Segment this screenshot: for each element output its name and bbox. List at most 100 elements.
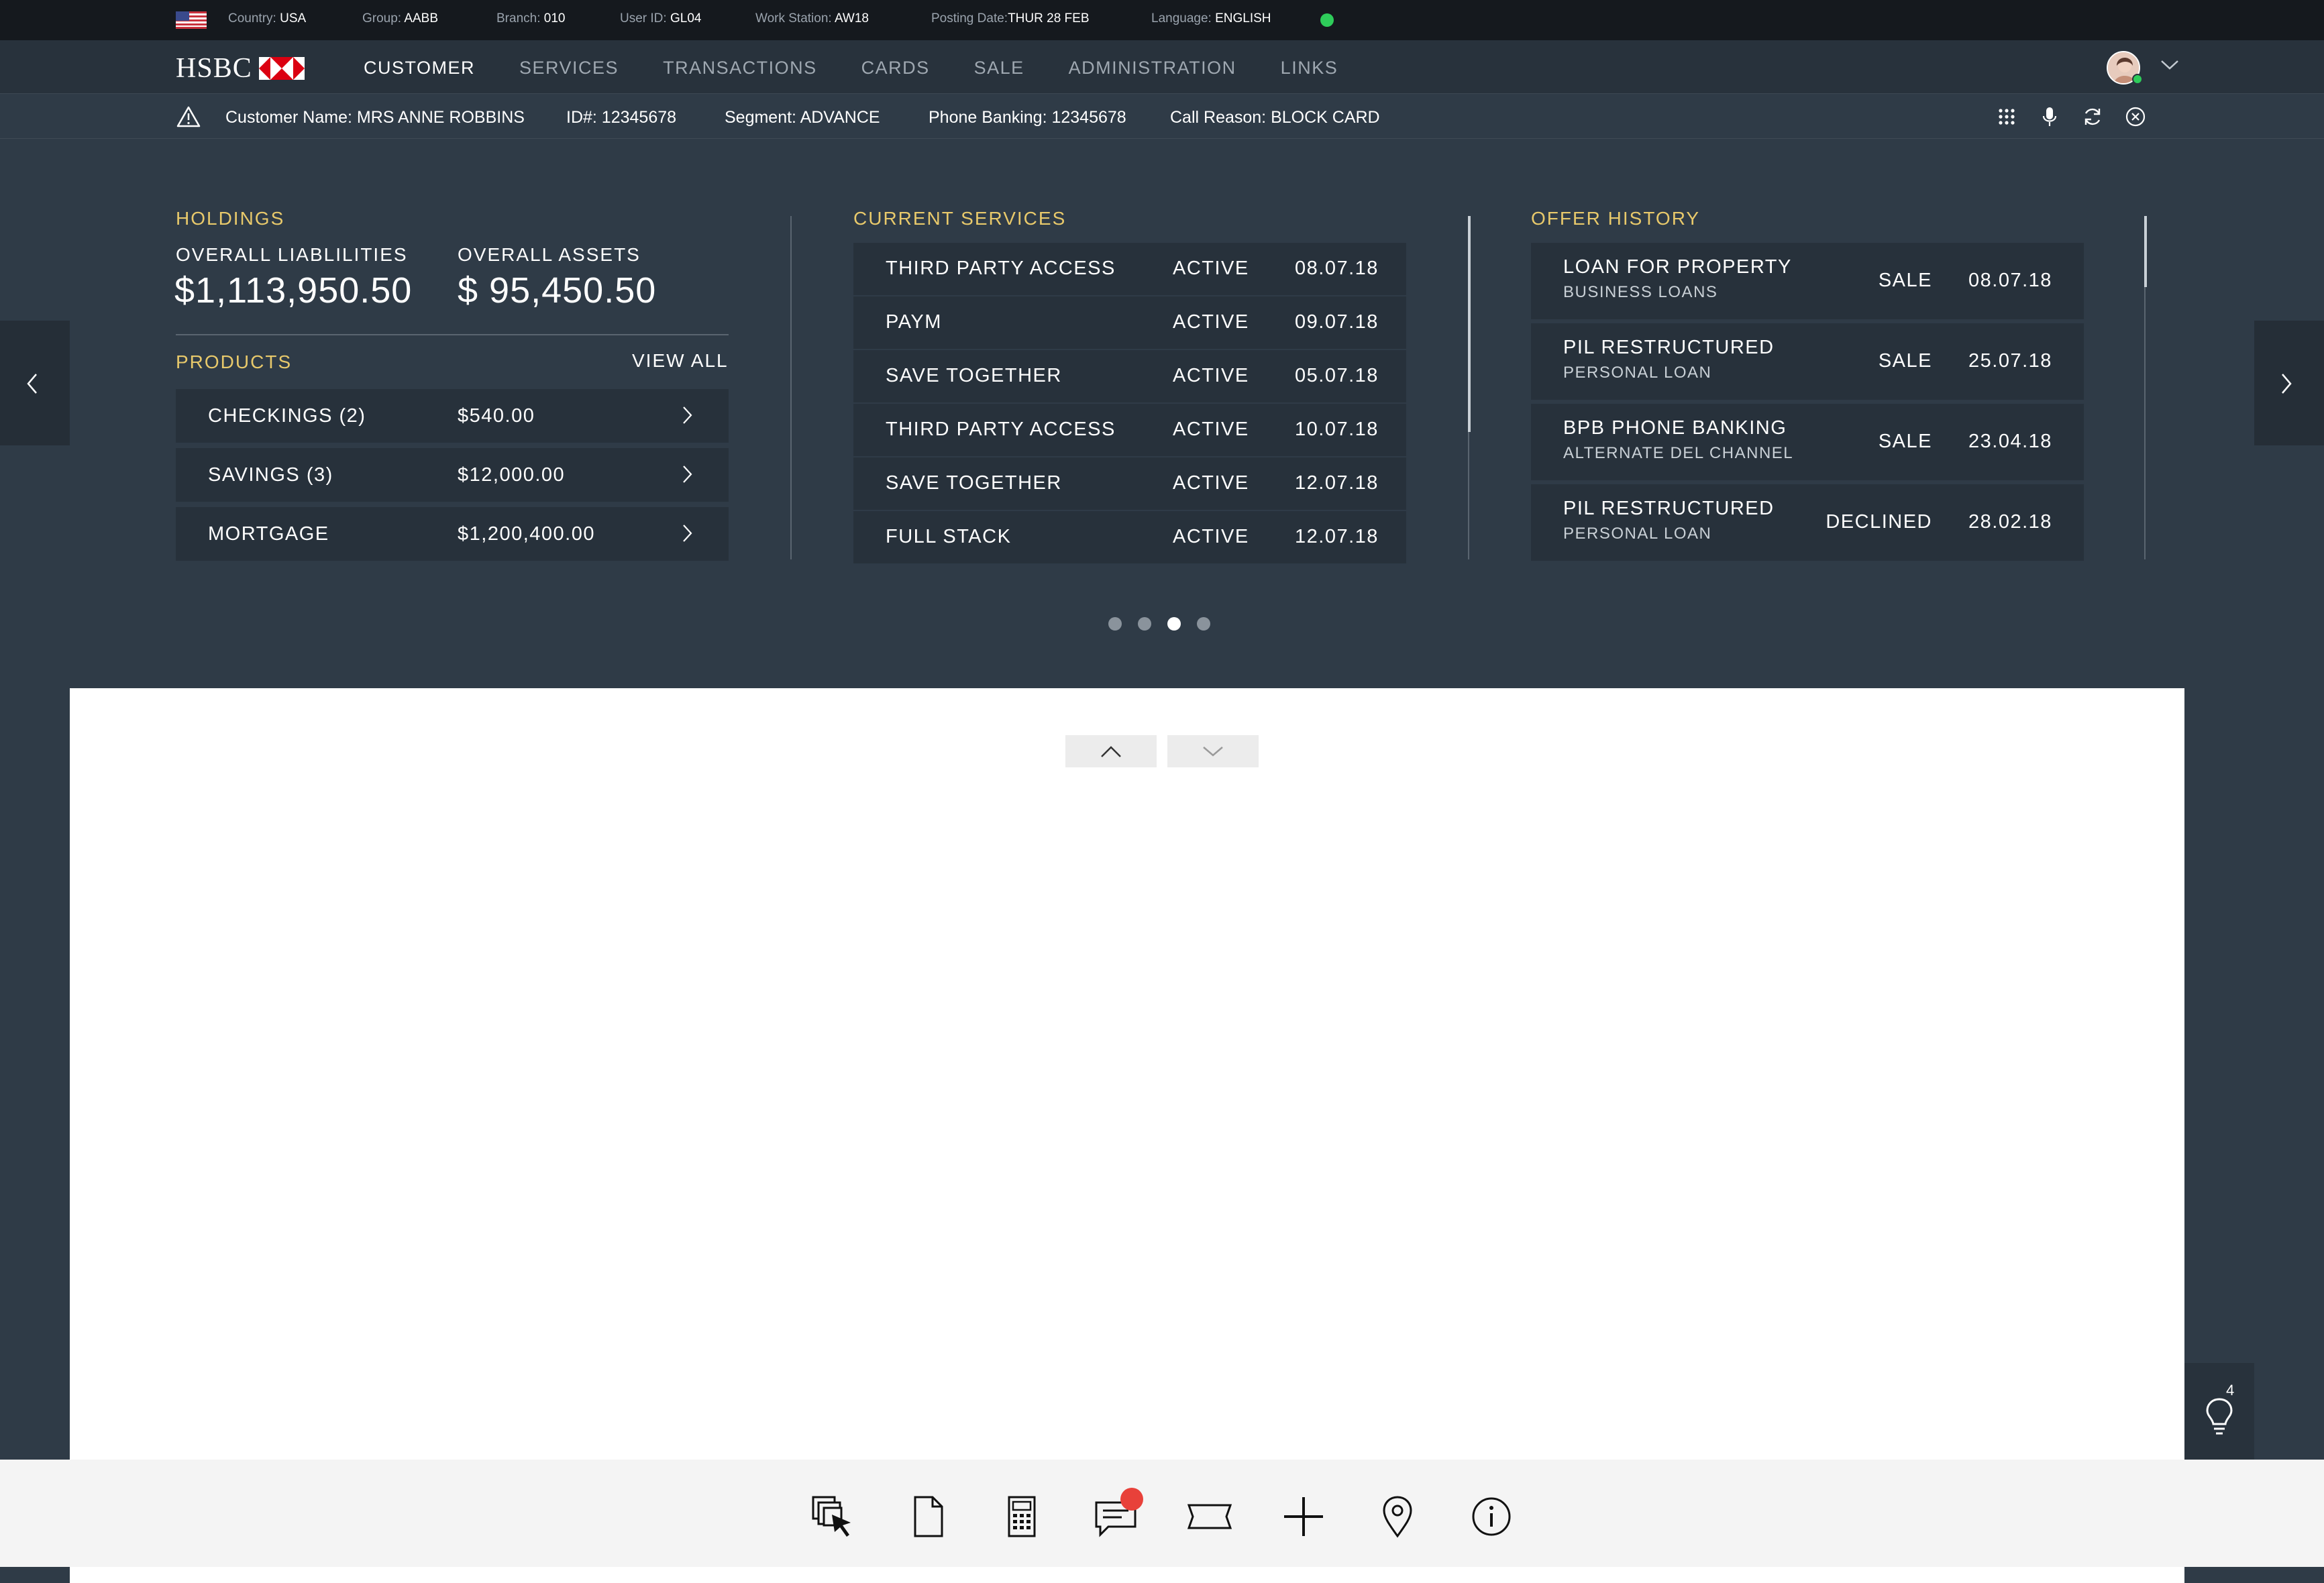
chevron-up-icon	[1101, 746, 1121, 757]
product-row[interactable]: SAVINGS (3) $12,000.00	[176, 448, 729, 502]
customer-name: Customer Name: MRS ANNE ROBBINS	[225, 108, 525, 127]
chevron-left-icon	[27, 374, 37, 394]
service-row[interactable]: THIRD PARTY ACCESS ACTIVE 08.07.18	[853, 243, 1406, 295]
holdings-title: HOLDINGS	[176, 208, 285, 229]
nav-cards[interactable]: CARDS	[861, 58, 930, 78]
service-date: 05.07.18	[1295, 365, 1379, 386]
product-value: $1,200,400.00	[458, 523, 595, 545]
windows-cursor-icon[interactable]	[810, 1493, 857, 1540]
product-row[interactable]: CHECKINGS (2) $540.00	[176, 389, 729, 443]
offer-subtitle: PERSONAL LOAN	[1563, 364, 1712, 382]
hsbc-logo[interactable]: HSBC	[176, 52, 305, 85]
offer-subtitle: PERSONAL LOAN	[1563, 525, 1712, 543]
tips-button[interactable]: 4	[2184, 1363, 2254, 1460]
offer-row[interactable]: PIL RESTRUCTURED PERSONAL LOAN SALE 25.0…	[1531, 323, 2084, 400]
scroll-down-button[interactable]	[1167, 735, 1259, 767]
view-all-link[interactable]: VIEW ALL	[632, 350, 729, 372]
offer-status: SALE	[1878, 270, 1932, 291]
service-status: ACTIVE	[1173, 419, 1249, 440]
product-name: MORTGAGE	[208, 523, 329, 545]
location-pin-icon[interactable]	[1374, 1493, 1421, 1540]
service-name: PAYM	[886, 311, 942, 333]
service-date: 12.07.18	[1295, 472, 1379, 494]
service-row[interactable]: FULL STACK ACTIVE 12.07.18	[853, 511, 1406, 563]
service-row[interactable]: SAVE TOGETHER ACTIVE 12.07.18	[853, 457, 1406, 510]
grid-icon[interactable]	[1995, 105, 2018, 128]
warning-icon[interactable]	[176, 105, 201, 128]
offer-row[interactable]: BPB PHONE BANKING ALTERNATE DEL CHANNEL …	[1531, 404, 2084, 480]
chevron-right-icon	[683, 406, 692, 424]
product-name: SAVINGS (3)	[208, 464, 333, 486]
service-name: THIRD PARTY ACCESS	[886, 419, 1116, 440]
group-info: Group: AABB	[362, 11, 439, 25]
liabilities-label: OVERALL LIABLILITIES	[176, 244, 408, 265]
ticket-icon[interactable]	[1186, 1493, 1233, 1540]
main-content-area	[70, 688, 2184, 1583]
panel-divider	[790, 216, 792, 559]
nav-transactions[interactable]: TRANSACTIONS	[663, 58, 817, 78]
service-status: ACTIVE	[1173, 365, 1249, 386]
close-circle-icon[interactable]	[2124, 105, 2147, 128]
chevron-down-icon[interactable]	[2160, 59, 2179, 71]
service-date: 10.07.18	[1295, 419, 1379, 440]
customer-info-bar: Customer Name: MRS ANNE ROBBINS ID#: 123…	[0, 95, 2324, 139]
service-row[interactable]: SAVE TOGETHER ACTIVE 05.07.18	[853, 350, 1406, 402]
main-navbar: HSBC CUSTOMER SERVICES TRANSACTIONS CARD…	[0, 40, 2324, 94]
nav-services[interactable]: SERVICES	[519, 58, 619, 78]
service-row[interactable]: THIRD PARTY ACCESS ACTIVE 10.07.18	[853, 404, 1406, 456]
user-id-info: User ID: GL04	[620, 11, 702, 25]
posting-date-info: Posting Date:THUR 28 FEB	[931, 11, 1090, 25]
offer-date: 23.04.18	[1968, 431, 2052, 452]
call-reason: Call Reason: BLOCK CARD	[1170, 108, 1380, 127]
services-scrollbar[interactable]	[1468, 216, 1471, 432]
microphone-icon[interactable]	[2038, 105, 2061, 128]
logo-text: HSBC	[176, 53, 252, 84]
product-name: CHECKINGS (2)	[208, 405, 366, 427]
carousel-dot[interactable]	[1138, 617, 1151, 631]
offer-history-title: OFFER HISTORY	[1531, 208, 1701, 229]
chevron-right-icon	[683, 525, 692, 542]
nav-links[interactable]: LINKS	[1281, 58, 1338, 78]
offer-row[interactable]: PIL RESTRUCTURED PERSONAL LOAN DECLINED …	[1531, 484, 2084, 561]
customer-id: ID#: 12345678	[566, 108, 677, 127]
offer-date: 28.02.18	[1968, 511, 2052, 533]
carousel-dot[interactable]	[1108, 617, 1122, 631]
document-icon[interactable]	[904, 1493, 951, 1540]
liabilities-value: $1,113,950.50	[174, 270, 413, 311]
service-name: FULL STACK	[886, 526, 1012, 547]
service-name: SAVE TOGETHER	[886, 472, 1062, 494]
plus-icon[interactable]	[1280, 1493, 1327, 1540]
scroll-up-button[interactable]	[1065, 735, 1157, 767]
refresh-icon[interactable]	[2081, 105, 2104, 128]
bottom-toolbar	[0, 1460, 2324, 1567]
products-title: PRODUCTS	[176, 351, 293, 372]
hexagon-logo-icon	[258, 57, 305, 80]
us-flag-icon	[176, 11, 207, 29]
phone-banking: Phone Banking: 12345678	[929, 108, 1126, 127]
nav-sale[interactable]: SALE	[974, 58, 1024, 78]
carousel-dot[interactable]	[1197, 617, 1210, 631]
offer-name: PIL RESTRUCTURED	[1563, 498, 1775, 519]
service-row[interactable]: PAYM ACTIVE 09.07.18	[853, 296, 1406, 349]
info-icon[interactable]	[1468, 1493, 1515, 1540]
offer-status: SALE	[1878, 431, 1932, 452]
offers-scrollbar[interactable]	[2144, 216, 2147, 287]
service-date: 12.07.18	[1295, 526, 1379, 547]
carousel-next-button[interactable]	[2254, 321, 2324, 445]
carousel-prev-button[interactable]	[0, 321, 70, 445]
language-info: Language: ENGLISH	[1151, 11, 1271, 25]
chevron-right-icon	[2282, 374, 2292, 394]
nav-customer[interactable]: CUSTOMER	[364, 58, 475, 78]
connection-status-indicator	[1320, 13, 1334, 27]
online-status-dot	[2132, 74, 2143, 85]
chevron-down-icon	[1203, 747, 1223, 757]
nav-administration[interactable]: ADMINISTRATION	[1069, 58, 1236, 78]
offer-row[interactable]: LOAN FOR PROPERTY BUSINESS LOANS SALE 08…	[1531, 243, 2084, 319]
holdings-divider	[176, 334, 729, 335]
offer-subtitle: ALTERNATE DEL CHANNEL	[1563, 444, 1794, 462]
product-row[interactable]: MORTGAGE $1,200,400.00	[176, 507, 729, 561]
service-status: ACTIVE	[1173, 311, 1249, 333]
calculator-icon[interactable]	[998, 1493, 1045, 1540]
carousel-dot-active[interactable]	[1167, 617, 1181, 631]
offer-name: LOAN FOR PROPERTY	[1563, 256, 1792, 278]
